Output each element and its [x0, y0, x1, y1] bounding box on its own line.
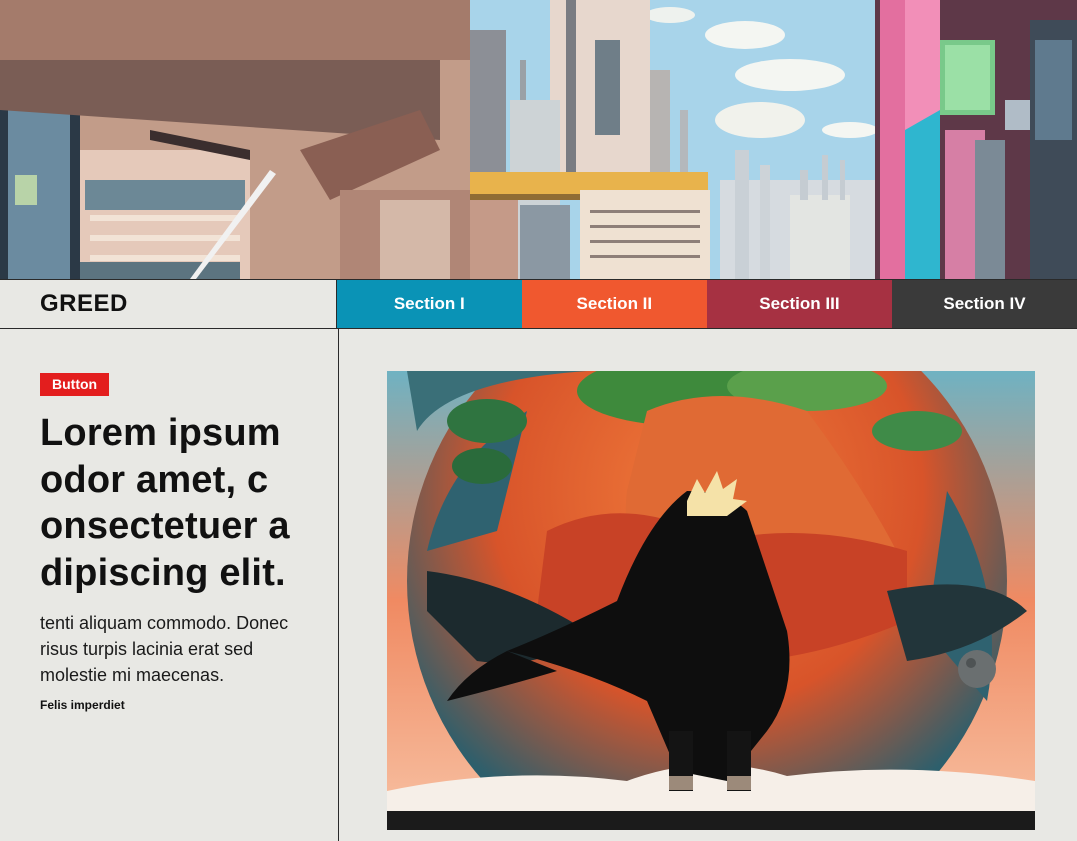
article-body: tenti aliquam commodo. Donec risus turpi…	[40, 613, 289, 685]
article-caption: Felis imperdiet	[40, 698, 125, 712]
article-panel: Button Lorem ipsum odor amet, consectetu…	[0, 329, 339, 841]
brand-logo[interactable]: GREED	[0, 280, 337, 328]
hero-banner-image	[0, 0, 1077, 279]
article-headline: Lorem ipsum odor amet, consectetuer adip…	[40, 412, 290, 594]
tab-section-3[interactable]: Section III	[706, 280, 892, 328]
top-navigation: GREED Section I Section II Section III S…	[0, 279, 1077, 329]
tab-section-4[interactable]: Section IV	[891, 280, 1077, 328]
feature-image	[387, 371, 1035, 830]
tab-section-2[interactable]: Section II	[521, 280, 707, 328]
primary-button[interactable]: Button	[40, 373, 110, 396]
tab-section-1[interactable]: Section I	[336, 280, 522, 328]
